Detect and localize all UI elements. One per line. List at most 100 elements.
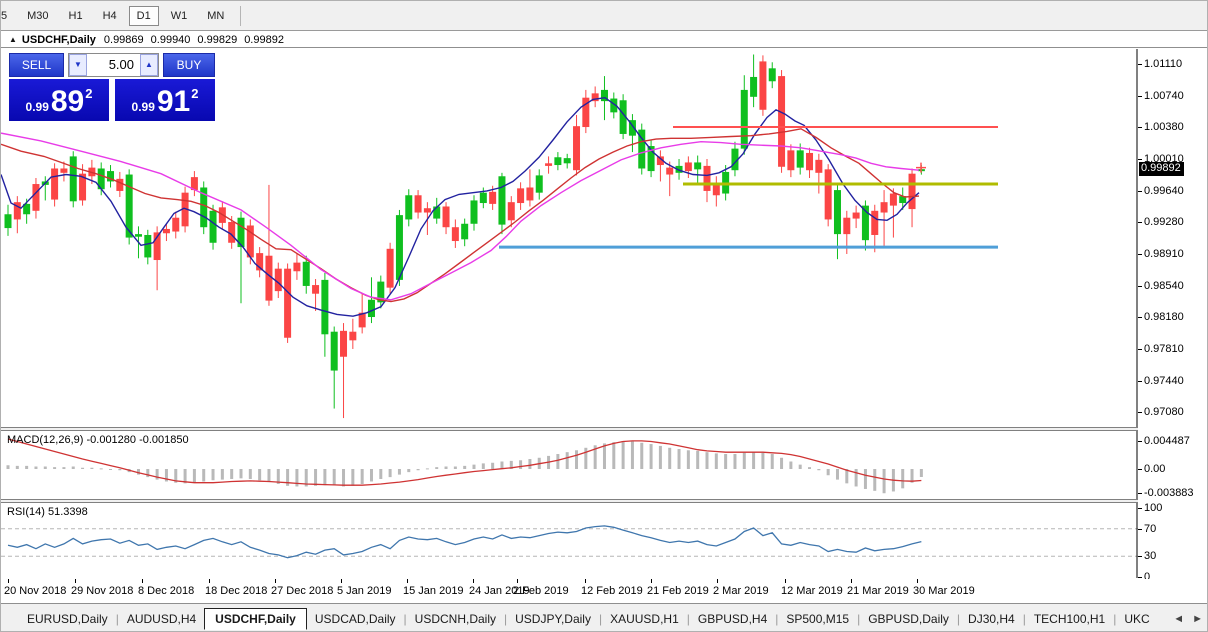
sell-price-big: 89: [50, 85, 85, 118]
current-price-tag: 0.99892: [1139, 162, 1184, 177]
date-tick: [75, 579, 76, 583]
chart-tab-tech100[interactable]: TECH100,H1: [1026, 608, 1113, 630]
sell-price-box[interactable]: 0.99 89 2: [9, 79, 109, 121]
buy-price-box[interactable]: 0.99 91 2: [115, 79, 215, 121]
macd-main-value: -0.001280: [86, 434, 137, 446]
chart-tab-usdcad[interactable]: USDCAD,Daily: [307, 608, 404, 630]
volume-input[interactable]: 5.00: [87, 54, 140, 76]
scroll-right-icon[interactable]: ►: [1192, 613, 1203, 625]
timeframe-button-d1[interactable]: D1: [128, 5, 159, 26]
date-axis-label: 20 Nov 2018: [4, 585, 67, 597]
macd-signal-value: -0.001850: [139, 434, 189, 446]
scroll-left-icon[interactable]: ◄: [1173, 613, 1184, 625]
date-axis-label: 21 Mar 2019: [847, 585, 909, 597]
date-axis-label: 2 Mar 2019: [713, 585, 769, 597]
sell-price-sup: 2: [85, 86, 93, 101]
sell-button[interactable]: SELL: [9, 53, 64, 77]
macd-axis-label: -0.003883: [1144, 487, 1194, 500]
axis-tick: [1138, 317, 1142, 319]
price-axis-label: 0.97810: [1144, 342, 1184, 355]
axis-tick: [1138, 95, 1142, 97]
date-axis-label: 5 Jan 2019: [337, 585, 392, 597]
buy-price-prefix: 0.99: [131, 100, 155, 114]
date-axis[interactable]: 20 Nov 2018 29 Nov 2018 8 Dec 2018 18 Dec 2…: [1, 579, 1207, 602]
axis-tick: [1138, 441, 1142, 442]
buy-price-sup: 2: [191, 86, 199, 101]
symbol-title: USDCHF,Daily: [21, 33, 96, 46]
ohlc-low: 0.99829: [197, 33, 238, 46]
price-axis-label: 0.98540: [1144, 279, 1184, 292]
date-axis-label: 27 Dec 2018: [271, 585, 334, 597]
volume-decrease-icon[interactable]: ▼: [69, 54, 87, 76]
timeframe-button-h4[interactable]: H4: [95, 6, 125, 26]
volume-spinner: ▼ 5.00 ▲: [68, 53, 159, 77]
axis-tick: [1138, 469, 1142, 470]
volume-increase-icon[interactable]: ▲: [140, 54, 158, 76]
axis-tick: [1138, 412, 1142, 413]
chart-tab-eurusd[interactable]: EURUSD,Daily: [19, 608, 116, 630]
buy-price-big: 91: [156, 85, 191, 118]
timeframe-button-5[interactable]: 5: [1, 6, 15, 26]
chart-tab-bar: EURUSD,Daily | AUDUSD,H4 USDCHF,Daily USDCAD…: [1, 603, 1207, 631]
date-tick: [517, 579, 518, 583]
date-axis-label: 30 Mar 2019: [913, 585, 975, 597]
buy-button[interactable]: BUY: [163, 53, 215, 77]
axis-tick: [1138, 253, 1142, 255]
ohlc-high: 0.99940: [150, 33, 191, 46]
timeframe-button-m30[interactable]: M30: [19, 6, 56, 26]
chart-tab-dj30[interactable]: DJ30,H4: [960, 608, 1023, 630]
date-axis-label: 15 Jan 2019: [403, 585, 464, 597]
sell-price-prefix: 0.99: [25, 100, 49, 114]
price-axis-label: 1.00740: [1144, 89, 1184, 102]
axis-tick: [1138, 64, 1142, 65]
chart-tab-usdchf[interactable]: USDCHF,Daily: [204, 607, 307, 630]
axis-tick: [1138, 508, 1142, 509]
chart-tab-xauusd[interactable]: XAUUSD,H1: [602, 608, 687, 630]
axis-tick: [1138, 222, 1142, 224]
chart-tab-ukc[interactable]: UKC: [1116, 608, 1157, 630]
collapse-panel-icon[interactable]: ▲: [9, 35, 17, 44]
date-axis-label: 12 Feb 2019: [581, 585, 643, 597]
date-tick: [785, 579, 786, 583]
price-axis-label: 0.97080: [1144, 406, 1184, 418]
price-axis-label: 0.97440: [1144, 374, 1184, 387]
date-tick: [717, 579, 718, 583]
price-axis-label: 0.98910: [1144, 247, 1184, 260]
chart-tab-audusd[interactable]: AUDUSD,H4: [119, 608, 204, 630]
chart-title-row: ▲ USDCHF,Daily 0.99869 0.99940 0.99829 0…: [1, 32, 1207, 48]
date-tick: [917, 579, 918, 583]
ohlc-close: 0.99892: [244, 33, 284, 46]
date-axis-label: 29 Nov 2018: [71, 585, 134, 597]
one-click-trade-panel: SELL ▼ 5.00 ▲ BUY 0.99 89 2 0.99 91 2: [9, 53, 215, 121]
date-tick: [209, 579, 210, 583]
rsi-axis-label: 100: [1144, 502, 1163, 514]
chart-tab-gbpusd[interactable]: GBPUSD,Daily: [860, 608, 957, 630]
axis-tick: [1138, 285, 1142, 287]
date-tick: [473, 579, 474, 583]
axis-tick: [1138, 493, 1142, 495]
rsi-indicator-panel[interactable]: [1, 503, 1138, 578]
axis-tick: [1138, 158, 1142, 160]
axis-tick: [1138, 577, 1142, 578]
price-axis-label: 1.00380: [1144, 121, 1184, 134]
rsi-value: 51.3398: [47, 506, 88, 518]
axis-tick: [1138, 556, 1142, 558]
timeframe-button-mn[interactable]: MN: [199, 6, 232, 26]
chart-tab-sp500[interactable]: SP500,M15: [778, 608, 857, 630]
chart-tab-usdjpy[interactable]: USDJPY,Daily: [507, 608, 599, 630]
date-tick: [275, 579, 276, 583]
date-tick: [341, 579, 342, 583]
rsi-axis-label: 30: [1144, 550, 1157, 563]
date-tick: [585, 579, 586, 583]
date-axis-label: 18 Dec 2018: [205, 585, 268, 597]
price-axis[interactable]: 1.01110 1.00740 1.00380 1.00010 0.99640 0.992…: [1138, 49, 1207, 602]
timeframe-button-w1[interactable]: W1: [163, 6, 196, 26]
price-axis-label: 0.99640: [1144, 184, 1184, 197]
macd-axis-label: 0.00: [1144, 463, 1166, 475]
date-tick: [8, 579, 9, 583]
chart-tab-gbpusd[interactable]: GBPUSD,H4: [690, 608, 775, 630]
macd-label: MACD(12,26,9) -0.001280 -0.001850: [7, 434, 189, 446]
chart-tab-usdcnh[interactable]: USDCNH,Daily: [407, 608, 504, 630]
timeframe-button-h1[interactable]: H1: [61, 6, 91, 26]
rsi-label: RSI(14) 51.3398: [7, 506, 88, 518]
